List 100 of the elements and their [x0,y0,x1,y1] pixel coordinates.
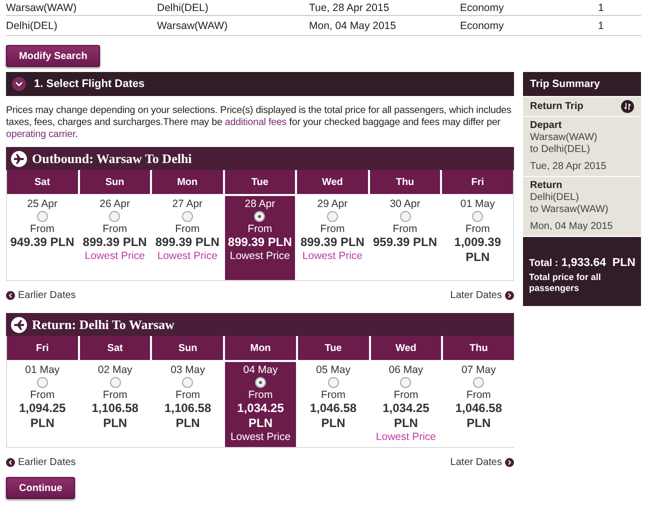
segment-label: Depart [530,120,563,132]
weekday-header: Tue [298,336,369,360]
weekday-header: Wed [297,170,368,194]
total-note: Total price for all passengers [529,272,602,294]
from-label: From [392,223,418,235]
weekday-header: Tue [224,170,296,194]
date-label: 29 Apr [317,198,348,210]
lowest-price-label: Lowest Price [84,250,145,262]
leg-title: Return: Delhi To Warsaw [32,316,174,332]
date-label: 27 Apr [172,198,203,210]
weekday-header: Sat [80,336,150,360]
from-label: From [30,223,55,235]
total-label: Total : [529,258,558,269]
price: 1,034.25 PLN [236,401,285,431]
leg-title: Outbound: Warsaw To Delhi [32,150,192,166]
date-label: 06 May [388,364,424,376]
weekday-header: Fri [442,170,513,194]
from-label: From [30,389,55,401]
date-label: 04 May [243,364,278,376]
segment-date: Tue, 28 Apr 2015 [530,161,608,173]
table-cell-text: 1 [598,20,605,32]
earlier-dates-link[interactable]: Earlier Dates [6,457,76,468]
table-cell-text: 1 [598,2,605,14]
section-header[interactable]: 1. Select Flight Dates [6,72,514,96]
table-cell-text: Economy [460,2,505,14]
later-dates-link[interactable]: Later Dates [450,457,514,468]
weekday-header: Thu [443,336,514,360]
date-label: 02 May [98,364,132,376]
weekday-header: Sun [80,170,150,194]
segment-origin: Delhi(DEL) [530,192,580,204]
price: 959.39 PLN [372,235,438,250]
price: 1,046.58 PLN [308,401,358,431]
operating-carrier-link[interactable]: operating carrier [6,129,76,140]
from-label: From [175,223,200,235]
from-label: From [102,223,128,235]
price: 1,106.58 PLN [163,401,212,431]
price: 899.39 PLN [82,235,147,250]
price: 899.39 PLN [300,235,364,250]
table-cell-text: Tue, 28 Apr 2015 [309,2,390,14]
from-label: From [248,389,273,401]
price-notice: Prices may change depending on your selections. Price(s) displayed is the total price for all passengers, which includes taxes, fees, charges and surcharges.There may be additional fees for your checked baggage and fees may differ per operating carrier. [6,105,512,141]
lowest-price-label: Lowest Price [157,250,218,262]
trip-type: Return Trip [530,100,584,112]
from-label: From [102,389,128,401]
date-label: 26 Apr [100,198,130,210]
weekday-header: Sat [7,170,78,194]
segment-date: Mon, 04 May 2015 [530,221,614,233]
table-cell-text: Delhi(DEL) [6,20,58,32]
lowest-price-label: Lowest Price [302,250,363,262]
price: 899.39 PLN [155,235,220,250]
price: 1,046.58 PLN [454,401,504,431]
date-label: 03 May [170,364,206,376]
date-label: 01 May [460,198,495,210]
table-cell-text: Warsaw(WAW) [6,2,78,14]
later-dates-link[interactable]: Later Dates [450,290,514,301]
date-label: 07 May [461,364,496,376]
from-label: From [394,389,418,401]
total-price: 1,933.64 PLN [561,257,636,269]
date-option[interactable]: 04 May From 1,034.25 PLN Lowest Price [225,362,296,447]
table-cell-text: Delhi(DEL) [157,2,210,14]
weekday-header: Thu [370,170,440,194]
trip-summary-title: Trip Summary [523,72,641,96]
date-option[interactable]: 28 Apr From 899.39 PLN Lowest Price [224,196,296,280]
price: 899.39 PLN [228,235,292,250]
from-label: From [320,389,346,401]
date-label: 28 Apr [244,198,276,210]
from-label: From [466,389,491,401]
date-label: 05 May [316,364,350,376]
price: 1,094.25 PLN [18,401,67,431]
segment-destination: to Delhi(DEL) [530,144,592,156]
price: 1,009.39 PLN [453,235,502,265]
additional-fees-link[interactable]: additional fees [224,117,287,128]
segment-origin: Warsaw(WAW) [530,132,598,144]
table-cell-text: Mon, 04 May 2015 [309,20,397,32]
segment-destination: to Warsaw(WAW) [530,204,610,216]
price: 1,034.25 PLN [382,401,430,431]
from-label: From [176,389,200,401]
price: 1,106.58 PLN [90,401,140,431]
earlier-dates-link[interactable]: Earlier Dates [6,290,76,301]
segment-label: Return [530,180,564,192]
lowest-price-label: Lowest Price [230,431,291,443]
date-label: 25 Apr [27,198,58,210]
weekday-header: Mon [225,336,296,360]
table-cell-text: Warsaw(WAW) [157,20,229,32]
modify-search-button[interactable]: Modify Search [6,45,100,67]
from-label: From [320,223,345,235]
lowest-price-label: Lowest Price [376,431,436,443]
weekday-header: Fri [7,336,78,360]
table-cell-text: Economy [460,20,505,32]
weekday-header: Mon [152,170,223,194]
continue-button[interactable]: Continue [6,477,76,499]
from-label: From [248,223,272,235]
price: 949.39 PLN [10,235,74,250]
date-label: 30 Apr [390,198,420,210]
section-title: 1. Select Flight Dates [34,78,145,90]
from-label: From [465,223,490,235]
weekday-header: Wed [370,336,442,360]
weekday-header: Sun [152,336,224,360]
date-label: 01 May [25,364,60,376]
lowest-price-label: Lowest Price [230,250,290,262]
